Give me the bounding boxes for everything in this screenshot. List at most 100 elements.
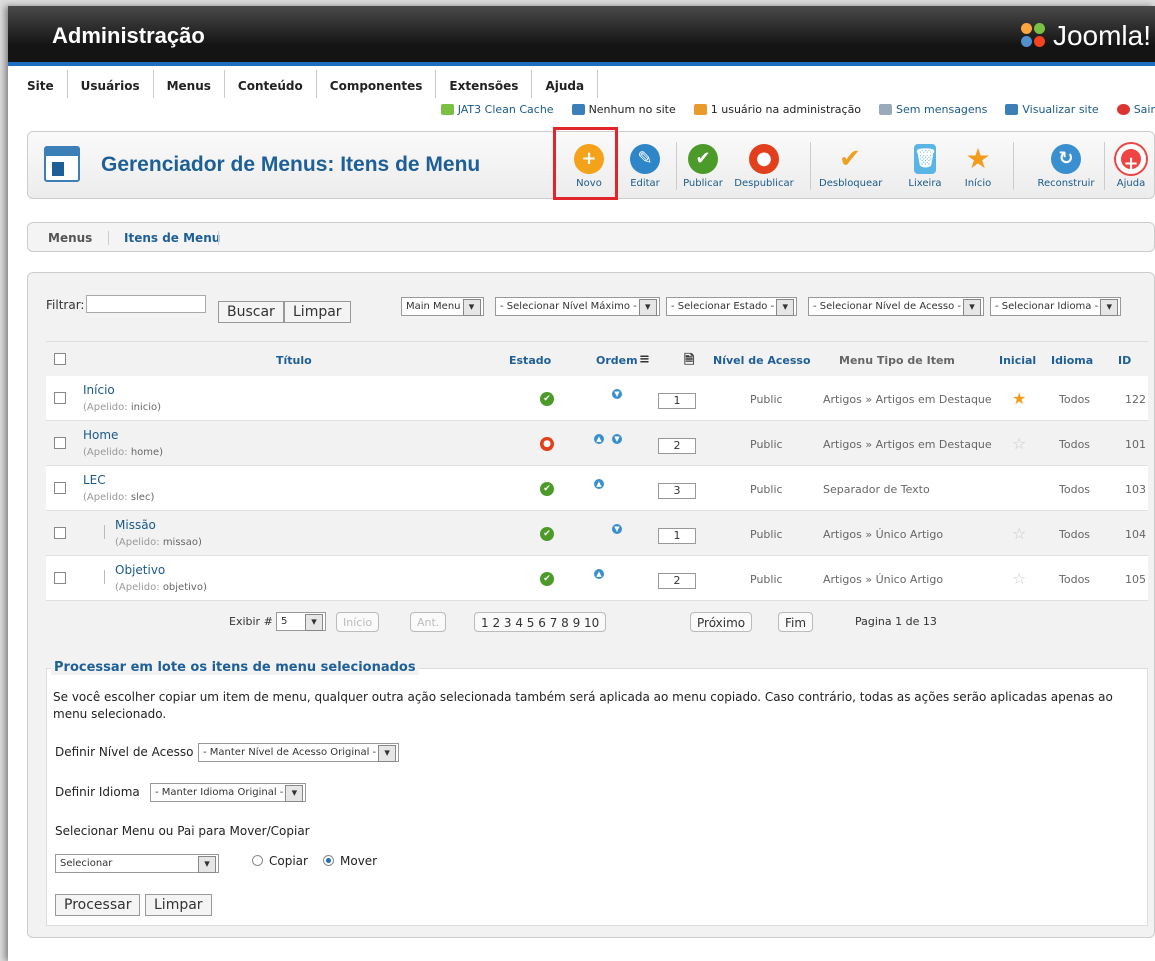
star-outline-icon[interactable]: ☆ <box>1012 434 1026 453</box>
access-select[interactable]: - Selecionar Nível de Acesso - <box>808 297 984 316</box>
filter-label: Filtrar: <box>46 298 85 312</box>
menu-site[interactable]: Site <box>27 70 68 98</box>
move-down-icon[interactable]: ▼ <box>612 389 622 399</box>
highlight-box <box>553 127 618 200</box>
item-type: Artigos » Único Artigo <box>823 573 944 586</box>
select-all-checkbox[interactable] <box>54 353 66 365</box>
order-input[interactable]: 1 <box>658 528 696 544</box>
menu-componentes[interactable]: Componentes <box>317 70 437 98</box>
order-input[interactable]: 1 <box>658 393 696 409</box>
menu-usuarios[interactable]: Usuários <box>68 70 154 98</box>
help-button[interactable]: + Ajuda <box>1100 138 1155 189</box>
batch-access-select[interactable]: - Manter Nível de Acesso Original - <box>198 743 400 762</box>
state-select[interactable]: - Selecionar Estado - <box>666 297 798 316</box>
item-title[interactable]: Objetivo <box>115 563 165 577</box>
order-input[interactable]: 2 <box>658 573 696 589</box>
move-down-icon[interactable]: ▼ <box>612 434 622 444</box>
table-row: LEC (Apelido: slec) ✔ ▲ 3 Public Separad… <box>46 466 1148 511</box>
order-input[interactable]: 2 <box>658 438 696 454</box>
search-button[interactable]: Buscar <box>218 301 284 323</box>
publish-button[interactable]: ✔ Publicar <box>672 138 734 189</box>
item-id: 105 <box>1125 573 1146 586</box>
users-icon <box>571 104 585 115</box>
move-radio[interactable]: Mover <box>323 854 377 868</box>
next-button[interactable]: Próximo <box>690 612 753 632</box>
row-checkbox[interactable] <box>54 572 66 584</box>
order-input[interactable]: 3 <box>658 483 696 499</box>
show-label: Exibir # <box>229 615 273 628</box>
menu-extensoes[interactable]: Extensões <box>436 70 533 98</box>
limit-select[interactable]: 5 <box>276 612 326 631</box>
refresh-icon: ↻ <box>1051 144 1081 174</box>
max-level-select[interactable]: - Selecionar Nível Máximo - <box>495 297 660 316</box>
row-checkbox[interactable] <box>54 527 66 539</box>
published-icon[interactable]: ✔ <box>540 482 554 496</box>
monitor-icon <box>1005 104 1019 115</box>
row-checkbox[interactable] <box>54 437 66 449</box>
col-title[interactable]: Título <box>276 354 312 367</box>
published-icon[interactable]: ✔ <box>540 572 554 586</box>
tab-menus[interactable]: Menus <box>48 231 92 245</box>
move-down-icon[interactable]: ▼ <box>612 524 622 534</box>
home-button[interactable]: ★ Início <box>947 138 1009 190</box>
end-button[interactable]: Fim <box>778 612 814 632</box>
status-cache[interactable]: JAT3 Clean Cache <box>440 103 554 116</box>
item-language: Todos <box>1059 528 1091 541</box>
batch-menu-select[interactable]: Selecionar <box>55 854 219 873</box>
move-up-icon[interactable]: ▲ <box>594 434 604 444</box>
item-id: 103 <box>1125 483 1146 496</box>
published-icon[interactable]: ✔ <box>540 392 554 406</box>
joomla-logo: Joomla! <box>1020 20 1151 52</box>
col-home[interactable]: Inicial <box>999 354 1036 367</box>
item-alias: (Apelido: missao) <box>115 537 202 548</box>
table-row: Missão (Apelido: missao) ✔ ▼ 1 Public Ar… <box>46 511 1148 556</box>
published-icon[interactable]: ✔ <box>540 527 554 541</box>
item-access: Public <box>750 393 783 406</box>
col-id[interactable]: ID <box>1118 354 1131 367</box>
pencil-icon: ✎ <box>630 144 660 174</box>
table-row: Objetivo (Apelido: objetivo) ✔ ▲ 2 Publi… <box>46 556 1148 601</box>
edit-button[interactable]: ✎ Editar <box>614 138 676 189</box>
col-state[interactable]: Estado <box>509 354 551 367</box>
item-title[interactable]: Missão <box>115 518 156 532</box>
row-checkbox[interactable] <box>54 482 66 494</box>
col-access[interactable]: Nível de Acesso <box>713 354 811 367</box>
star-outline-icon[interactable]: ☆ <box>1012 569 1026 588</box>
move-up-icon[interactable]: ▲ <box>594 479 604 489</box>
menu-ajuda[interactable]: Ajuda <box>532 70 599 98</box>
item-title[interactable]: LEC <box>83 473 106 487</box>
page-numbers[interactable]: 1 2 3 4 5 6 7 8 9 10 <box>474 612 607 632</box>
content-panel: Filtrar: Buscar Limpar Main Menu - Selec… <box>27 272 1155 938</box>
menu-select[interactable]: Main Menu <box>401 297 484 316</box>
item-title[interactable]: Início <box>83 383 115 397</box>
item-language: Todos <box>1059 438 1091 451</box>
unpublished-icon[interactable]: ● <box>540 437 554 451</box>
menu-conteudo[interactable]: Conteúdo <box>225 70 317 98</box>
process-button[interactable]: Processar <box>55 894 141 916</box>
language-select[interactable]: - Selecionar Idioma - <box>990 297 1122 316</box>
unpublish-button[interactable]: ● Despublicar <box>733 138 795 189</box>
star-outline-icon[interactable]: ☆ <box>1012 524 1026 543</box>
checkin-button[interactable]: ✔ Desbloquear <box>819 138 882 189</box>
filter-input[interactable] <box>86 295 206 313</box>
col-language[interactable]: Idioma <box>1051 354 1093 367</box>
status-view-site[interactable]: Visualizar site <box>1005 103 1099 116</box>
row-checkbox[interactable] <box>54 392 66 404</box>
save-order-icon[interactable]: 🗎 <box>684 351 694 373</box>
move-up-icon[interactable]: ▲ <box>594 569 604 579</box>
prev-button: Ant. <box>410 612 447 632</box>
batch-clear-button[interactable]: Limpar <box>145 894 212 916</box>
rebuild-button[interactable]: ↻ Reconstruir <box>1030 138 1102 189</box>
status-bar: JAT3 Clean Cache Nenhum no site 1 usuári… <box>440 103 1155 116</box>
item-type: Separador de Texto <box>823 483 930 496</box>
table-header: Título Estado Ordem ≡ 🗎 Nível de Acesso … <box>46 342 1148 376</box>
status-messages[interactable]: Sem mensagens <box>879 103 987 116</box>
clear-button[interactable]: Limpar <box>284 301 351 323</box>
col-order[interactable]: Ordem <box>596 354 638 367</box>
menu-menus[interactable]: Menus <box>154 70 225 98</box>
batch-language-select[interactable]: - Manter Idioma Original - <box>150 783 307 802</box>
item-title[interactable]: Home <box>83 428 118 442</box>
tab-menu-items[interactable]: Itens de Menu <box>124 231 220 245</box>
copy-radio[interactable]: Copiar <box>252 854 308 868</box>
status-logout[interactable]: Sair <box>1116 103 1155 116</box>
